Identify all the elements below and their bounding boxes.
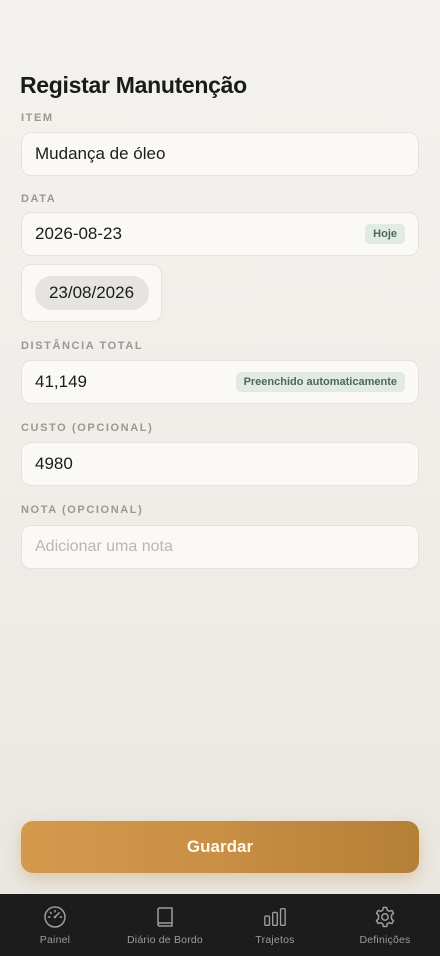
tab-painel-label: Painel xyxy=(39,934,71,946)
tab-diario-de-bordo[interactable]: Diário de Bordo xyxy=(110,894,220,956)
note-label: NOTA (OPCIONAL) xyxy=(21,504,144,516)
cost-field[interactable]: 4980 xyxy=(21,442,419,486)
maintenance-form-screen: Registar Manutenção ITEM Mudança de óleo… xyxy=(0,0,440,956)
note-input[interactable] xyxy=(35,538,405,556)
note-field[interactable] xyxy=(21,525,419,569)
page-title: Registar Manutenção xyxy=(20,72,247,98)
tab-diario-label: Diário de Bordo xyxy=(127,934,203,946)
tab-trajetos[interactable]: Trajetos xyxy=(220,894,330,956)
item-label: ITEM xyxy=(21,112,54,124)
tab-bar: Painel Diário de Bordo Trajetos Definiçõ… xyxy=(0,894,440,956)
bar-chart-icon xyxy=(264,908,286,926)
cost-value: 4980 xyxy=(35,454,73,473)
date-value: 2026-08-23 xyxy=(35,224,122,243)
distance-value: 41,149 xyxy=(35,372,87,391)
distance-label: DISTÂNCIA TOTAL xyxy=(21,340,144,352)
cost-label: CUSTO (OPCIONAL) xyxy=(21,422,154,434)
date-picker: 23/08/2026 xyxy=(21,264,162,322)
tab-trajetos-label: Trajetos xyxy=(255,934,295,946)
date-picker-pill[interactable]: 23/08/2026 xyxy=(34,276,149,310)
speedometer-icon xyxy=(44,906,66,928)
item-field[interactable]: Mudança de óleo xyxy=(21,132,419,176)
date-field[interactable]: 2026-08-23 Hoje xyxy=(21,212,419,256)
today-badge[interactable]: Hoje xyxy=(365,224,405,244)
tab-definicoes[interactable]: Definições xyxy=(330,894,440,956)
distance-field[interactable]: 41,149 Preenchido automaticamente xyxy=(21,360,419,404)
item-value: Mudança de óleo xyxy=(35,144,166,163)
autofill-badge: Preenchido automaticamente xyxy=(235,372,405,392)
save-button[interactable]: Guardar xyxy=(21,821,419,873)
book-icon xyxy=(157,907,173,927)
tab-painel[interactable]: Painel xyxy=(0,894,110,956)
date-label: DATA xyxy=(21,193,57,205)
gear-icon xyxy=(375,906,395,928)
tab-definicoes-label: Definições xyxy=(359,934,411,946)
